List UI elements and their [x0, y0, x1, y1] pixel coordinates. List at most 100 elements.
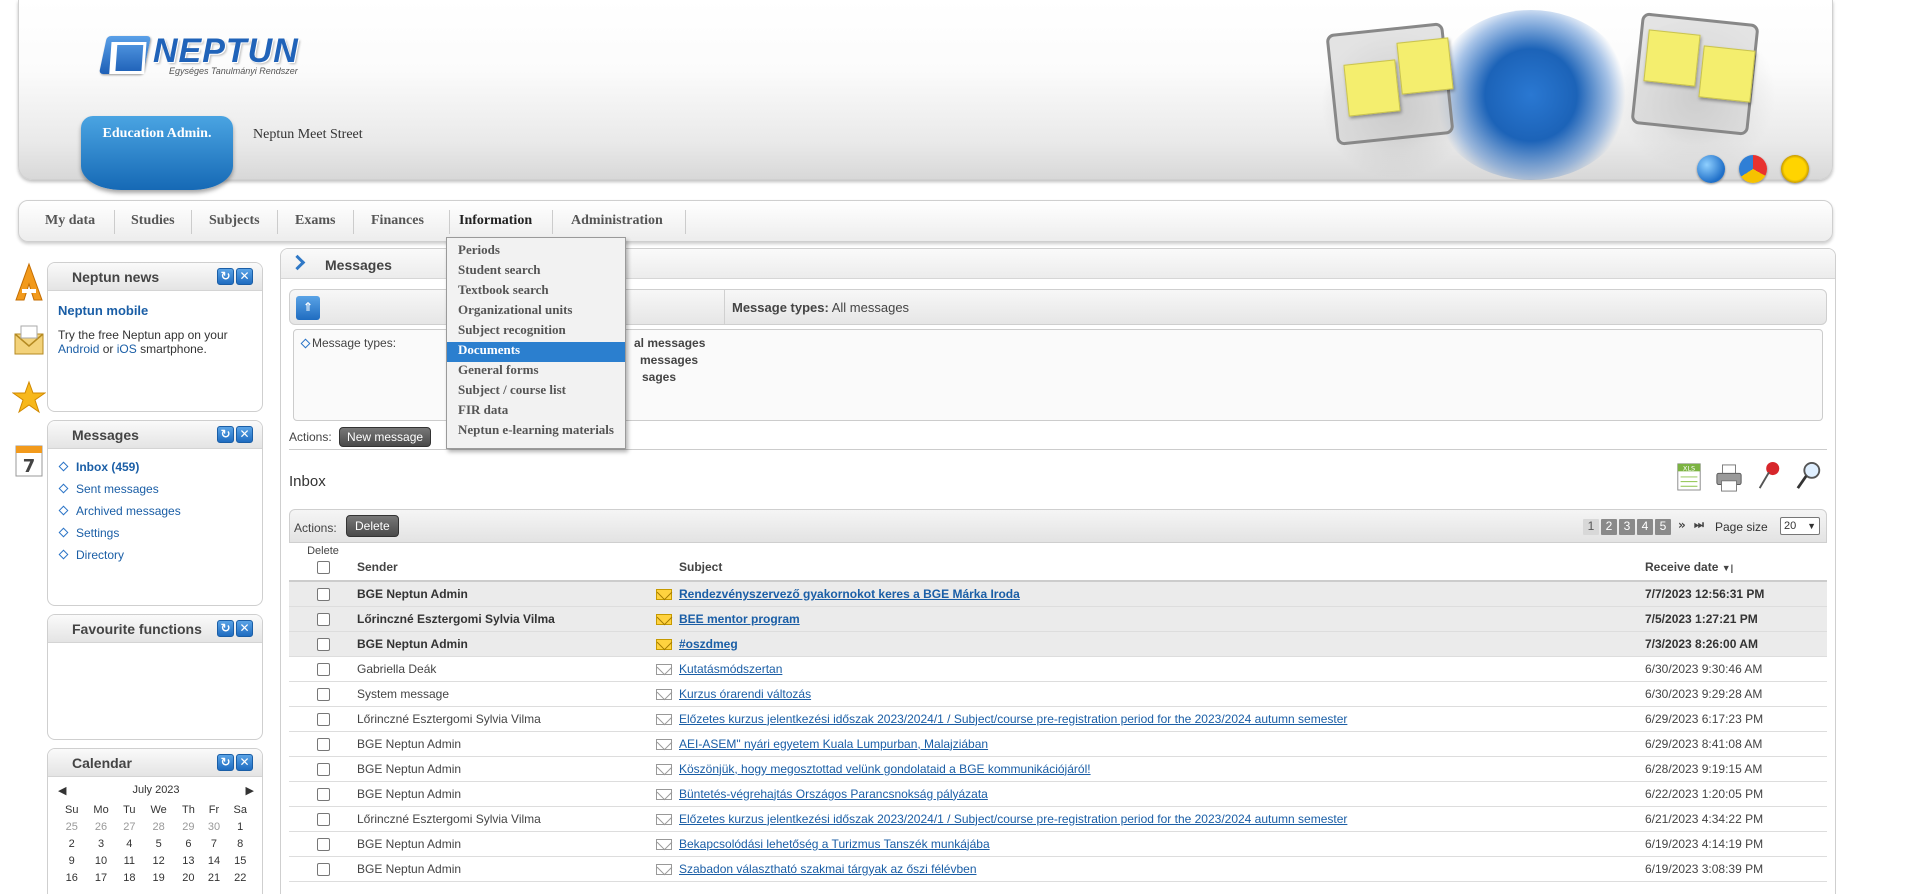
- row-checkbox[interactable]: [316, 637, 330, 651]
- print-icon[interactable]: [1715, 461, 1743, 495]
- color-theme-icon[interactable]: [1739, 155, 1767, 183]
- page-1[interactable]: 1: [1583, 519, 1599, 535]
- table-row[interactable]: Lőrinczné Esztergomi Sylvia Vilma BEE men…: [289, 606, 1827, 632]
- row-checkbox[interactable]: [316, 862, 330, 876]
- table-row[interactable]: System message Kurzus órarendi változás 6/…: [289, 681, 1827, 707]
- subject-link[interactable]: Előzetes kurzus jelentkezési időszak 202…: [679, 712, 1347, 726]
- search-icon[interactable]: [1795, 459, 1823, 493]
- calendar-day[interactable]: 4: [117, 835, 142, 852]
- last-page-icon[interactable]: ⏭: [1694, 518, 1704, 532]
- page-3[interactable]: 3: [1619, 519, 1635, 535]
- page-size-select[interactable]: 20 ▼: [1780, 517, 1820, 535]
- calendar-day[interactable]: 17: [85, 869, 116, 886]
- row-checkbox[interactable]: [316, 837, 330, 851]
- table-row[interactable]: BGE Neptun Admin Rendezvényszervező gyako…: [289, 581, 1827, 607]
- news-heading[interactable]: Neptun mobile: [58, 303, 252, 318]
- archived-messages-link[interactable]: Archived messages: [76, 504, 181, 518]
- subject-link[interactable]: Rendezvényszervező gyakornokot keres a B…: [679, 587, 1020, 601]
- calendar-day[interactable]: 9: [58, 852, 85, 869]
- chevron-right-icon[interactable]: [291, 256, 305, 270]
- table-row[interactable]: Gabriella Deák Kutatásmódszertan 6/30/2023…: [289, 656, 1827, 682]
- page-4[interactable]: 4: [1637, 519, 1653, 535]
- menu-documents[interactable]: Documents: [447, 342, 625, 362]
- calendar-day[interactable]: 13: [175, 852, 201, 869]
- calendar-day[interactable]: 15: [226, 852, 254, 869]
- calendar-day[interactable]: 29: [175, 818, 201, 835]
- meet-street-link[interactable]: Neptun Meet Street: [253, 127, 363, 143]
- language-globe-icon[interactable]: [1697, 155, 1725, 183]
- row-checkbox[interactable]: [316, 787, 330, 801]
- calendar-day[interactable]: 8: [226, 835, 254, 852]
- subject-link[interactable]: Szabadon választható szakmai tárgyak az …: [679, 862, 977, 876]
- sent-messages-link[interactable]: Sent messages: [76, 482, 159, 496]
- calendar-day[interactable]: 21: [202, 869, 227, 886]
- row-checkbox[interactable]: [316, 812, 330, 826]
- messages-envelope-icon[interactable]: [12, 320, 46, 360]
- calendar-day[interactable]: 10: [85, 852, 116, 869]
- next-pages-icon[interactable]: »: [1678, 518, 1686, 532]
- calendar-day[interactable]: 3: [85, 835, 116, 852]
- neptun-logo[interactable]: NEPTUN Egységes Tanulmányi Rendszer: [98, 32, 323, 78]
- nav-exams[interactable]: Exams: [295, 213, 335, 229]
- calendar-day[interactable]: 14: [202, 852, 227, 869]
- menu-periods[interactable]: Periods: [447, 242, 625, 262]
- table-row[interactable]: BGE Neptun Admin #oszdmeg 7/3/2023 8:26:00…: [289, 631, 1827, 657]
- prev-month-icon[interactable]: ◀: [58, 784, 66, 797]
- calendar-icon[interactable]: 7: [12, 440, 46, 480]
- refresh-icon[interactable]: ↻: [217, 426, 234, 443]
- table-row[interactable]: BGE Neptun Admin Szabadon választható sza…: [289, 856, 1827, 882]
- subject-link[interactable]: Kurzus órarendi változás: [679, 687, 811, 701]
- new-message-button[interactable]: New message: [339, 427, 432, 447]
- subject-link[interactable]: #oszdmeg: [679, 637, 738, 651]
- calendar-day[interactable]: 20: [175, 869, 201, 886]
- nav-administration[interactable]: Administration: [571, 213, 663, 229]
- subject-link[interactable]: Előzetes kurzus jelentkezési időszak 202…: [679, 812, 1347, 826]
- row-checkbox[interactable]: [316, 737, 330, 751]
- select-all-checkbox[interactable]: [316, 561, 330, 574]
- menu-textbook-search[interactable]: Textbook search: [447, 282, 625, 302]
- page-2[interactable]: 2: [1601, 519, 1617, 535]
- nav-finances[interactable]: Finances: [371, 213, 424, 229]
- calendar-day[interactable]: 25: [58, 818, 85, 835]
- menu-subject-course-list[interactable]: Subject / course list: [447, 382, 625, 402]
- table-row[interactable]: Lőrinczné Esztergomi Sylvia Vilma Előzete…: [289, 706, 1827, 732]
- calendar-day[interactable]: 28: [142, 818, 175, 835]
- table-row[interactable]: BGE Neptun Admin Büntetés-végrehajtás Ors…: [289, 781, 1827, 807]
- row-checkbox[interactable]: [316, 587, 330, 601]
- table-row[interactable]: Lőrinczné Esztergomi Sylvia Vilma Előzete…: [289, 806, 1827, 832]
- row-checkbox[interactable]: [316, 662, 330, 676]
- settings-link[interactable]: Settings: [76, 526, 119, 540]
- close-icon[interactable]: ✕: [236, 620, 253, 637]
- calendar-day[interactable]: 26: [85, 818, 116, 835]
- subject-column-header[interactable]: Subject: [679, 543, 1645, 582]
- refresh-icon[interactable]: ↻: [217, 268, 234, 285]
- close-icon[interactable]: ✕: [236, 426, 253, 443]
- calendar-day[interactable]: 27: [117, 818, 142, 835]
- page-5[interactable]: 5: [1655, 519, 1671, 535]
- accessibility-icon[interactable]: [1781, 155, 1809, 183]
- date-column-header[interactable]: Receive date ▼|: [1645, 543, 1827, 582]
- android-link[interactable]: Android: [58, 342, 99, 356]
- subject-link[interactable]: Büntetés-végrehajtás Országos Parancsnok…: [679, 787, 988, 801]
- row-checkbox[interactable]: [316, 712, 330, 726]
- calendar-day[interactable]: 5: [142, 835, 175, 852]
- calendar-day[interactable]: 11: [117, 852, 142, 869]
- nav-my-data[interactable]: My data: [45, 213, 95, 229]
- menu-general-forms[interactable]: General forms: [447, 362, 625, 382]
- subject-link[interactable]: Bekapcsolódási lehetőség a Turizmus Tans…: [679, 837, 990, 851]
- refresh-icon[interactable]: ↻: [217, 754, 234, 771]
- menu-fir-data[interactable]: FIR data: [447, 402, 625, 422]
- nav-information[interactable]: Information: [459, 213, 532, 229]
- inbox-link[interactable]: Inbox (459): [76, 460, 139, 474]
- subject-link[interactable]: Kutatásmódszertan: [679, 662, 782, 676]
- calendar-day[interactable]: 16: [58, 869, 85, 886]
- table-row[interactable]: BGE Neptun Admin Bekapcsolódási lehetőség…: [289, 831, 1827, 857]
- delete-button[interactable]: Delete: [346, 515, 399, 537]
- table-row[interactable]: BGE Neptun Admin Köszönjük, hogy megoszto…: [289, 756, 1827, 782]
- directory-link[interactable]: Directory: [76, 548, 124, 562]
- row-checkbox[interactable]: [316, 687, 330, 701]
- filter-option-all[interactable]: al messages: [634, 336, 705, 350]
- calendar-day[interactable]: 18: [117, 869, 142, 886]
- nav-subjects[interactable]: Subjects: [209, 213, 260, 229]
- export-xls-icon[interactable]: XLS: [1675, 459, 1703, 493]
